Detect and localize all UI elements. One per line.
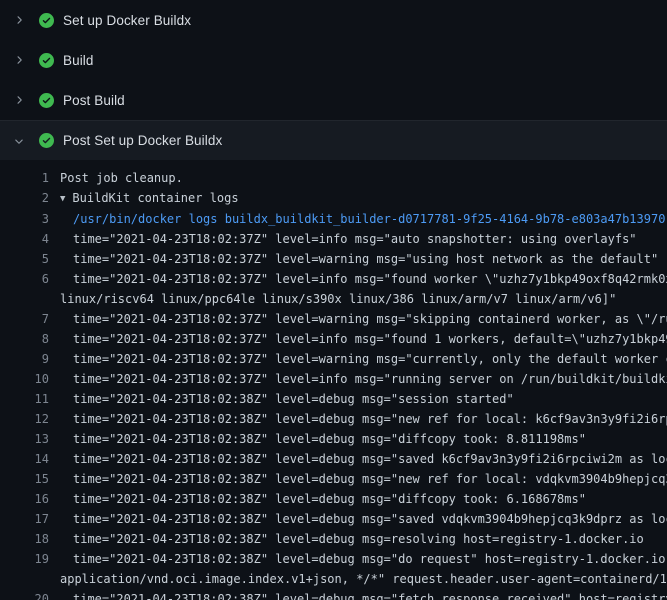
chevron-right-icon[interactable] — [12, 53, 26, 67]
line-text: time="2021-04-23T18:02:38Z" level=debug … — [49, 489, 586, 509]
line-text: time="2021-04-23T18:02:38Z" level=debug … — [49, 509, 667, 529]
log-line: 19 time="2021-04-23T18:02:38Z" level=deb… — [0, 549, 667, 569]
line-number[interactable]: 4 — [0, 229, 49, 249]
line-number[interactable]: 10 — [0, 369, 49, 389]
log-line: 11 time="2021-04-23T18:02:38Z" level=deb… — [0, 389, 667, 409]
line-text: time="2021-04-23T18:02:37Z" level=info m… — [49, 229, 637, 249]
line-number[interactable]: 11 — [0, 389, 49, 409]
log-lines: 1 Post job cleanup. 2 ▼BuildKit containe… — [0, 168, 667, 600]
log-line: 15 time="2021-04-23T18:02:38Z" level=deb… — [0, 469, 667, 489]
log-line: 14 time="2021-04-23T18:02:38Z" level=deb… — [0, 449, 667, 469]
log-line: 20 time="2021-04-23T18:02:38Z" level=deb… — [0, 589, 667, 600]
group-toggle-icon[interactable]: ▼ — [60, 189, 65, 209]
log-line-continuation: linux/riscv64 linux/ppc64le linux/s390x … — [0, 289, 667, 309]
step-list: Set up Docker Buildx Build Post Build Po… — [0, 0, 667, 160]
line-text: time="2021-04-23T18:02:38Z" level=debug … — [49, 529, 644, 549]
line-number[interactable]: 17 — [0, 509, 49, 529]
success-check-circle-icon — [39, 53, 54, 68]
chevron-right-icon[interactable] — [12, 93, 26, 107]
log-line: 9 time="2021-04-23T18:02:37Z" level=warn… — [0, 349, 667, 369]
actions-log-viewer: Set up Docker Buildx Build Post Build Po… — [0, 0, 667, 600]
line-text: time="2021-04-23T18:02:38Z" level=debug … — [49, 449, 667, 469]
line-number[interactable]: 12 — [0, 409, 49, 429]
line-number[interactable]: 8 — [0, 329, 49, 349]
line-number[interactable]: 14 — [0, 449, 49, 469]
line-text: /usr/bin/docker logs buildx_buildkit_bui… — [49, 209, 665, 229]
line-text: time="2021-04-23T18:02:37Z" level=warnin… — [49, 349, 667, 369]
step-post-set-up-docker-buildx[interactable]: Post Set up Docker Buildx — [0, 120, 667, 160]
success-check-circle-icon — [39, 133, 54, 148]
log-line: 13 time="2021-04-23T18:02:38Z" level=deb… — [0, 429, 667, 449]
chevron-right-icon[interactable] — [12, 13, 26, 27]
step-label: Post Build — [63, 93, 125, 108]
line-text: time="2021-04-23T18:02:38Z" level=debug … — [49, 389, 514, 409]
line-number[interactable]: 18 — [0, 529, 49, 549]
chevron-down-icon[interactable] — [12, 134, 26, 148]
line-text: time="2021-04-23T18:02:38Z" level=debug … — [49, 409, 667, 429]
success-check-circle-icon — [39, 13, 54, 28]
success-check-circle-icon — [39, 93, 54, 108]
line-text: linux/riscv64 linux/ppc64le linux/s390x … — [49, 289, 616, 309]
line-text: time="2021-04-23T18:02:37Z" level=warnin… — [49, 309, 667, 329]
log-line-continuation: application/vnd.oci.image.index.v1+json,… — [0, 569, 667, 589]
log-line: 4 time="2021-04-23T18:02:37Z" level=info… — [0, 229, 667, 249]
step-set-up-docker-buildx[interactable]: Set up Docker Buildx — [0, 0, 667, 40]
line-number[interactable] — [0, 289, 49, 309]
log-line: 16 time="2021-04-23T18:02:38Z" level=deb… — [0, 489, 667, 509]
line-text: time="2021-04-23T18:02:38Z" level=debug … — [49, 469, 667, 489]
log-line: 2 ▼BuildKit container logs — [0, 188, 667, 209]
log-line: 12 time="2021-04-23T18:02:38Z" level=deb… — [0, 409, 667, 429]
log-line: 17 time="2021-04-23T18:02:38Z" level=deb… — [0, 509, 667, 529]
line-number[interactable]: 13 — [0, 429, 49, 449]
line-text: Post job cleanup. — [49, 168, 183, 188]
line-number[interactable]: 16 — [0, 489, 49, 509]
line-number[interactable]: 9 — [0, 349, 49, 369]
line-number[interactable]: 3 — [0, 209, 49, 229]
step-label: Set up Docker Buildx — [63, 13, 191, 28]
log-line: 10 time="2021-04-23T18:02:37Z" level=inf… — [0, 369, 667, 389]
line-number[interactable]: 19 — [0, 549, 49, 569]
line-text: application/vnd.oci.image.index.v1+json,… — [49, 569, 667, 589]
line-text: time="2021-04-23T18:02:37Z" level=info m… — [49, 369, 667, 389]
line-number[interactable]: 20 — [0, 589, 49, 600]
line-number[interactable]: 5 — [0, 249, 49, 269]
line-number[interactable]: 15 — [0, 469, 49, 489]
log-line: 8 time="2021-04-23T18:02:37Z" level=info… — [0, 329, 667, 349]
step-label: Build — [63, 53, 94, 68]
step-label: Post Set up Docker Buildx — [63, 133, 222, 148]
line-text: time="2021-04-23T18:02:37Z" level=info m… — [49, 329, 667, 349]
log-line: 6 time="2021-04-23T18:02:37Z" level=info… — [0, 269, 667, 289]
line-text: time="2021-04-23T18:02:38Z" level=debug … — [49, 549, 667, 569]
line-number[interactable]: 2 — [0, 188, 49, 209]
log-line: 1 Post job cleanup. — [0, 168, 667, 188]
log-panel: 1 Post job cleanup. 2 ▼BuildKit containe… — [0, 160, 667, 600]
line-number[interactable]: 6 — [0, 269, 49, 289]
line-text: ▼BuildKit container logs — [49, 188, 239, 209]
line-text: time="2021-04-23T18:02:38Z" level=debug … — [49, 429, 586, 449]
line-text: time="2021-04-23T18:02:38Z" level=debug … — [49, 589, 667, 600]
line-number[interactable]: 7 — [0, 309, 49, 329]
line-text: time="2021-04-23T18:02:37Z" level=info m… — [49, 269, 667, 289]
line-number[interactable] — [0, 569, 49, 589]
log-line: 18 time="2021-04-23T18:02:38Z" level=deb… — [0, 529, 667, 549]
log-line: 3 /usr/bin/docker logs buildx_buildkit_b… — [0, 209, 667, 229]
step-build[interactable]: Build — [0, 40, 667, 80]
step-post-build[interactable]: Post Build — [0, 80, 667, 120]
log-line: 5 time="2021-04-23T18:02:37Z" level=warn… — [0, 249, 667, 269]
line-text: time="2021-04-23T18:02:37Z" level=warnin… — [49, 249, 658, 269]
log-line: 7 time="2021-04-23T18:02:37Z" level=warn… — [0, 309, 667, 329]
line-number[interactable]: 1 — [0, 168, 49, 188]
